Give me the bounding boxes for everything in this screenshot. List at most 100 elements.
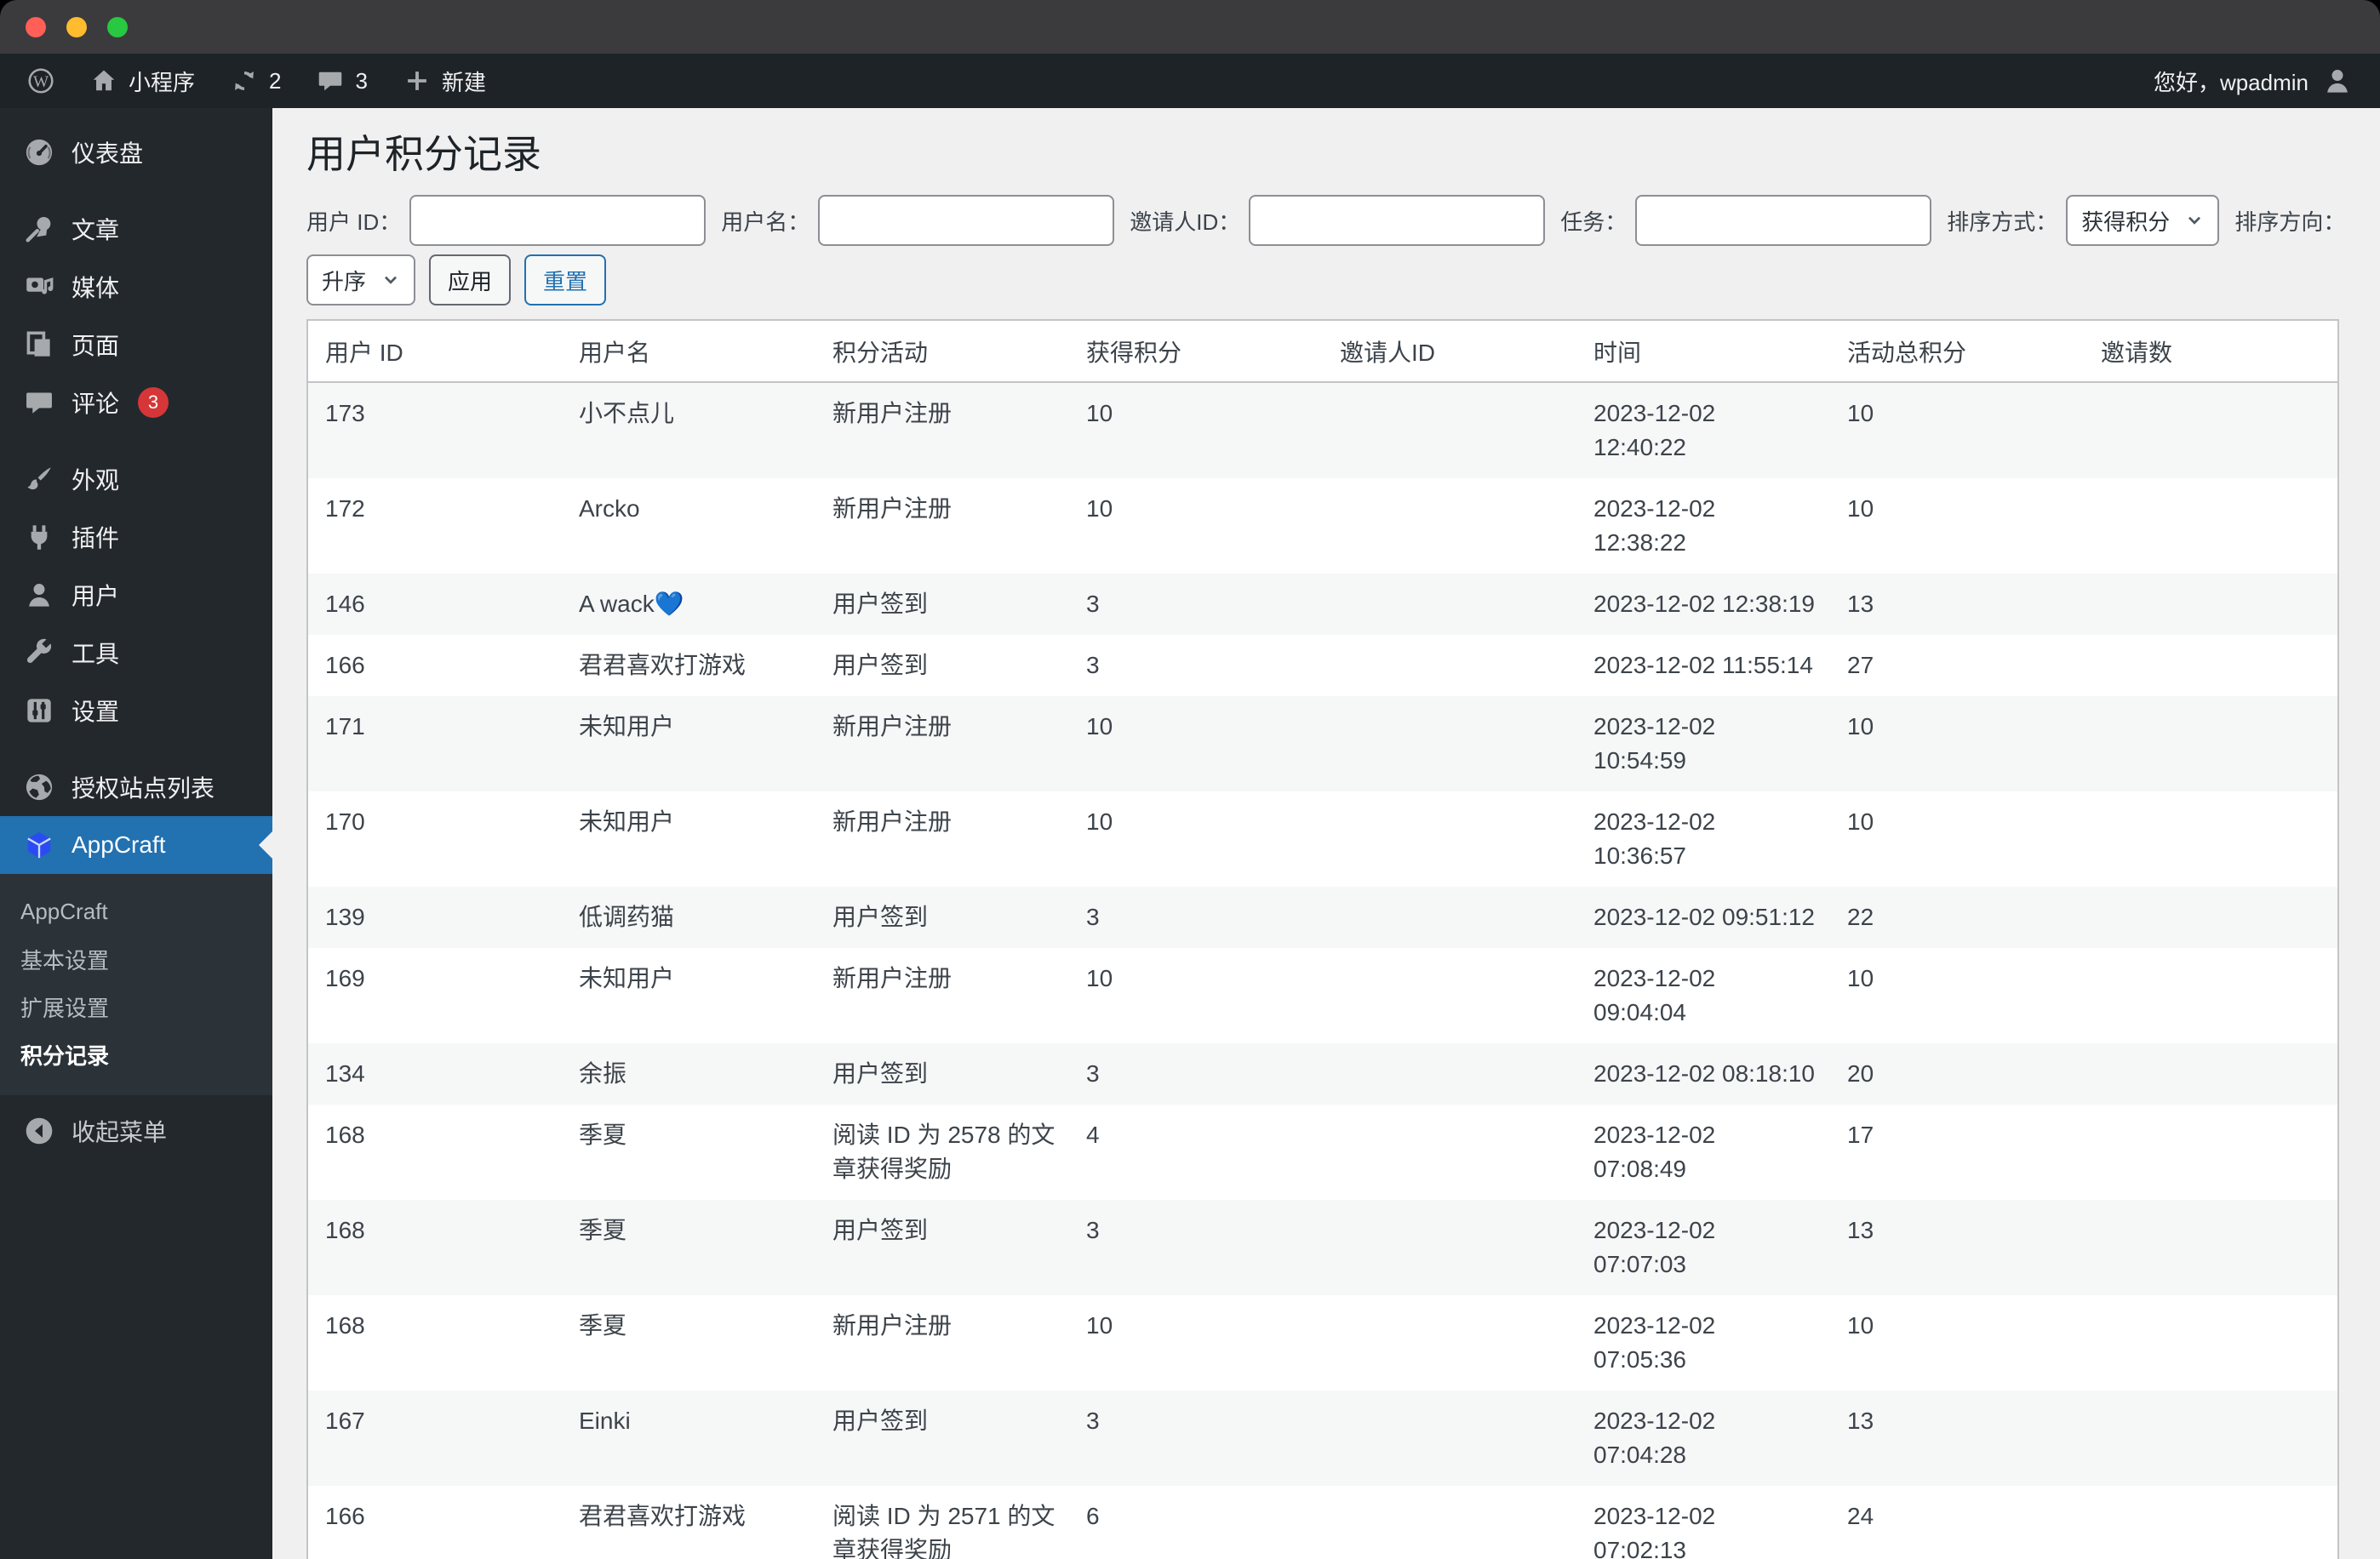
sidebar-item-label: 设置: [72, 699, 120, 725]
cell-line: 用户签到: [832, 1408, 929, 1434]
cell-line: 2023-12-02: [1593, 1122, 1716, 1148]
sidebar-item-appcraft[interactable]: AppCraft: [0, 816, 272, 874]
submenu-item-extended-settings[interactable]: 扩展设置: [0, 983, 272, 1031]
site-home-link[interactable]: 小程序: [90, 66, 195, 97]
cell-points: 10: [1086, 965, 1113, 991]
column-header: 用户名: [562, 321, 815, 383]
submenu-item-basic-settings[interactable]: 基本设置: [0, 935, 272, 983]
svg-text:W: W: [33, 73, 49, 91]
table-row: 168 季夏 新用户注册 10 2023-12-02 07:05:36 10: [308, 1295, 2337, 1391]
cell-username: A wack💙: [579, 591, 684, 617]
sidebar-item-authorized-sites[interactable]: 授权站点列表: [0, 758, 272, 816]
cell-user-id: 146: [325, 591, 365, 617]
cell-time: 2023-12-02 11:55:14: [1576, 635, 1830, 696]
cell-inviter-id: [1323, 1105, 1576, 1200]
cell-user-id: 169: [325, 965, 365, 991]
collapse-menu-button[interactable]: 收起菜单: [0, 1102, 272, 1160]
cell-invites: [2084, 791, 2337, 887]
new-content-button[interactable]: 新建: [403, 66, 486, 97]
cell-points: 6: [1086, 1503, 1100, 1529]
wordpress-menu-button[interactable]: W: [27, 67, 54, 94]
cell-line: 2023-12-02 11:55:14: [1593, 652, 1813, 678]
cell-time: 2023-12-02 09:04:04: [1576, 948, 1830, 1043]
cell-points: 3: [1086, 652, 1100, 678]
cell-user-id: 171: [325, 713, 365, 740]
comments-count: 3: [355, 67, 368, 94]
column-header: 用户 ID: [308, 321, 562, 383]
cell-activity: 新用户注册: [815, 382, 1069, 478]
comments-link[interactable]: 3: [317, 67, 368, 94]
cell-username: 余振: [579, 1060, 627, 1087]
username-input[interactable]: [818, 195, 1115, 246]
sidebar-item-comments[interactable]: 评论 3: [0, 374, 272, 431]
zoom-button[interactable]: [107, 16, 128, 37]
admin-sidebar-menu: 仪表盘 文章 媒体 页面 评论 3 外观 插件 用户 工具 设置 授权站点列表 AppCraft App…: [0, 108, 272, 1559]
cell-total: 13: [1847, 591, 1874, 617]
sidebar-item-settings[interactable]: 设置: [0, 682, 272, 740]
pages-icon: [24, 329, 54, 360]
cell-inviter-id: [1323, 478, 1576, 574]
sidebar-item-dashboard[interactable]: 仪表盘: [0, 123, 272, 181]
table-row: 170 未知用户 新用户注册 10 2023-12-02 10:36:57 10: [308, 791, 2337, 887]
column-header: 时间: [1576, 321, 1830, 383]
cell-inviter-id: [1323, 1200, 1576, 1295]
dashboard-icon: [24, 137, 54, 168]
cell-inviter-id: [1323, 948, 1576, 1043]
cell-line: 12:38:22: [1593, 529, 1686, 556]
cell-username: 未知用户: [579, 965, 675, 991]
sidebar-item-label: 媒体: [72, 275, 120, 301]
cell-activity: 新用户注册: [815, 791, 1069, 887]
cell-line: 10:54:59: [1593, 747, 1686, 774]
cell-invites: [2084, 478, 2337, 574]
cell-time: 2023-12-02 07:05:36: [1576, 1295, 1830, 1391]
sidebar-item-tools[interactable]: 工具: [0, 624, 272, 682]
close-button[interactable]: [26, 16, 46, 37]
reset-button[interactable]: 重置: [524, 254, 607, 306]
my-account-menu[interactable]: 您好，wpadmin: [2154, 66, 2353, 97]
sort-dir-select[interactable]: 升序: [306, 254, 416, 306]
plus-icon: [403, 67, 431, 94]
cell-inviter-id: [1323, 382, 1576, 478]
apply-button[interactable]: 应用: [429, 254, 512, 306]
submenu-item-appcraft[interactable]: AppCraft: [0, 888, 272, 935]
cell-total: 27: [1847, 652, 1874, 678]
page-content: 用户积分记录 用户 ID： 用户名： 邀请人ID： 任务： 排序方式： 获得积分…: [272, 108, 2380, 1559]
sidebar-item-users[interactable]: 用户: [0, 566, 272, 624]
sidebar-item-posts[interactable]: 文章: [0, 200, 272, 258]
sidebar-item-plugins[interactable]: 插件: [0, 508, 272, 566]
cell-username: 未知用户: [579, 808, 675, 835]
cell-line: 新用户注册: [832, 400, 953, 426]
sidebar-item-label: 评论: [72, 391, 120, 417]
inviter-id-input[interactable]: [1249, 195, 1546, 246]
cell-user-id: 168: [325, 1312, 365, 1339]
sidebar-item-label: 仪表盘: [72, 140, 144, 167]
cell-user-id: 168: [325, 1217, 365, 1243]
table-row: 166 君君喜欢打游戏 用户签到 3 2023-12-02 11:55:14 27: [308, 635, 2337, 696]
sidebar-item-label: 用户: [72, 583, 120, 609]
cell-line: 2023-12-02: [1593, 965, 1716, 991]
macos-titlebar: [0, 0, 2380, 54]
updates-link[interactable]: 2: [231, 67, 281, 94]
submenu-item-points-records[interactable]: 积分记录: [0, 1031, 272, 1078]
cell-line: 10:36:57: [1593, 842, 1686, 869]
user-id-input[interactable]: [409, 195, 707, 246]
cell-line: 2023-12-02: [1593, 495, 1716, 522]
task-input[interactable]: [1635, 195, 1932, 246]
sidebar-item-appearance[interactable]: 外观: [0, 450, 272, 508]
appearance-icon: [24, 464, 54, 494]
cell-activity: 用户签到: [815, 1391, 1069, 1486]
cell-time: 2023-12-02 10:54:59: [1576, 696, 1830, 791]
cell-invites: [2084, 574, 2337, 635]
sidebar-item-media[interactable]: 媒体: [0, 258, 272, 316]
minimize-button[interactable]: [66, 16, 87, 37]
media-icon: [24, 271, 54, 302]
cell-username: Einki: [579, 1408, 631, 1434]
cell-activity: 阅读 ID 为 2571 的文 章获得奖励: [815, 1486, 1069, 1559]
cell-total: 10: [1847, 965, 1874, 991]
sort-by-select[interactable]: 获得积分: [2066, 195, 2220, 246]
sidebar-item-pages[interactable]: 页面: [0, 316, 272, 374]
cell-inviter-id: [1323, 1486, 1576, 1559]
cell-time: 2023-12-02 07:07:03: [1576, 1200, 1830, 1295]
cell-activity: 用户签到: [815, 1043, 1069, 1105]
cell-activity: 阅读 ID 为 2578 的文 章获得奖励: [815, 1105, 1069, 1200]
